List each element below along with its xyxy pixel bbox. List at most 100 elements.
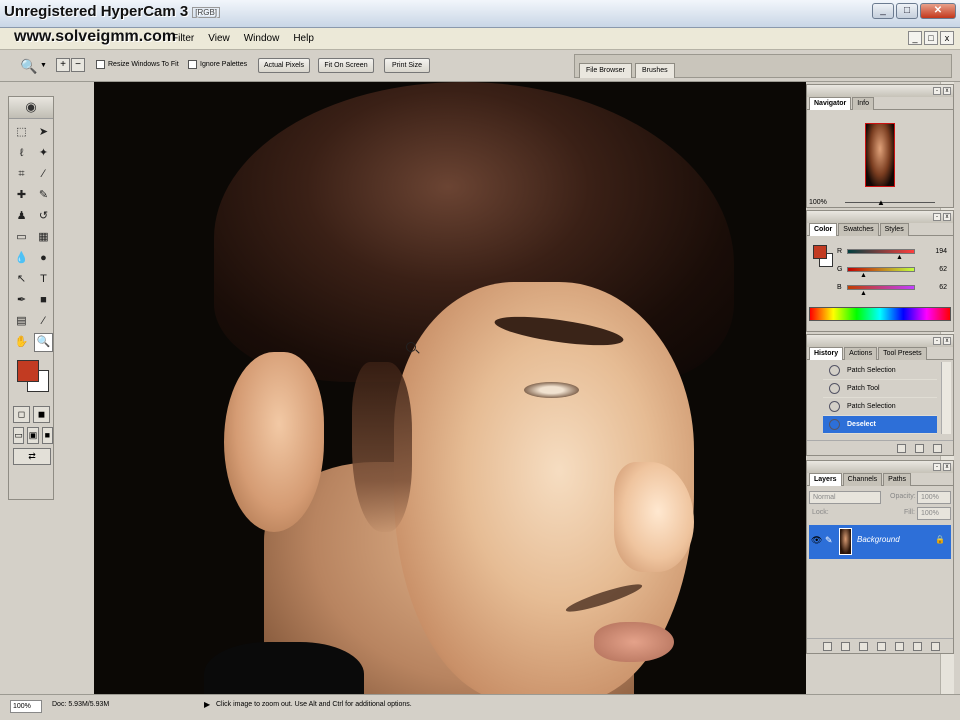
- history-state[interactable]: Deselect: [823, 416, 937, 434]
- channel-slider[interactable]: [847, 249, 915, 254]
- palette-close-icon[interactable]: x: [943, 213, 951, 221]
- tab-actions[interactable]: Actions: [844, 347, 878, 360]
- move-tool-icon[interactable]: ➤: [34, 123, 53, 142]
- history-state[interactable]: Patch Selection: [823, 398, 937, 416]
- close-button[interactable]: ✕: [920, 3, 956, 19]
- image-canvas[interactable]: [94, 82, 806, 694]
- chevron-down-icon[interactable]: ▼: [40, 62, 47, 69]
- lasso-tool-icon[interactable]: ℓ: [12, 144, 31, 163]
- slider-knob-icon[interactable]: ▲: [860, 272, 867, 279]
- link-layers-icon[interactable]: [823, 642, 832, 651]
- blend-mode-select[interactable]: Normal: [809, 491, 881, 504]
- blur-tool-icon[interactable]: 💧: [12, 249, 31, 268]
- full-screen-icon[interactable]: ■: [41, 427, 53, 444]
- tab-channels[interactable]: Channels: [842, 473, 883, 486]
- channel-slider[interactable]: [847, 285, 915, 290]
- layer-name[interactable]: Background: [857, 535, 900, 544]
- zoom-slider-knob-icon[interactable]: ▲: [877, 198, 885, 207]
- history-scrollbar[interactable]: [941, 362, 951, 434]
- jump-to-imageready-icon[interactable]: ⇄: [13, 448, 51, 465]
- standard-mode-icon[interactable]: ◻: [13, 406, 30, 423]
- eraser-tool-icon[interactable]: ▭: [12, 228, 31, 247]
- zoom-out-icon[interactable]: −: [71, 58, 85, 72]
- palette-close-icon[interactable]: x: [943, 463, 951, 471]
- navigator-zoom-slider[interactable]: [845, 202, 935, 203]
- path-selection-icon[interactable]: ↖: [12, 270, 31, 289]
- create-snapshot-icon[interactable]: [915, 444, 924, 453]
- zoom-tool-icon[interactable]: 🔍: [34, 333, 53, 352]
- zoom-icon[interactable]: 🔍: [20, 58, 37, 75]
- shape-tool-icon[interactable]: ■: [34, 291, 53, 310]
- menu-window[interactable]: Window: [244, 33, 280, 44]
- magic-wand-icon[interactable]: ✦: [34, 144, 53, 163]
- minimize-button[interactable]: _: [872, 3, 894, 19]
- tab-history[interactable]: History: [809, 347, 844, 360]
- palette-minimize-icon[interactable]: -: [933, 213, 941, 221]
- channel-value[interactable]: 62: [921, 264, 947, 276]
- crop-tool-icon[interactable]: ⌗: [12, 165, 31, 184]
- brush-tool-icon[interactable]: ✎: [34, 186, 53, 205]
- channel-slider[interactable]: [847, 267, 915, 272]
- color-ramp[interactable]: [809, 307, 951, 321]
- menu-view[interactable]: View: [208, 33, 230, 44]
- menu-filter[interactable]: Filter: [172, 33, 194, 44]
- status-zoom-field[interactable]: 100%: [10, 700, 42, 713]
- maximize-button[interactable]: □: [896, 3, 918, 19]
- history-state[interactable]: Patch Selection: [823, 362, 937, 380]
- print-size-button[interactable]: Print Size: [384, 58, 430, 73]
- layer-style-icon[interactable]: [841, 642, 850, 651]
- slice-tool-icon[interactable]: ∕: [34, 165, 53, 184]
- palette-minimize-icon[interactable]: -: [933, 463, 941, 471]
- trash-icon[interactable]: [931, 642, 940, 651]
- hand-tool-icon[interactable]: ✋: [12, 333, 31, 352]
- marquee-tool-icon[interactable]: ⬚: [12, 123, 31, 142]
- new-group-icon[interactable]: [877, 642, 886, 651]
- foreground-color-swatch[interactable]: [17, 360, 39, 382]
- toolbox-header-icon[interactable]: ◉: [9, 97, 53, 119]
- status-menu-arrow-icon[interactable]: ▶: [204, 700, 210, 709]
- doc-close-button[interactable]: x: [940, 31, 954, 45]
- pen-tool-icon[interactable]: ✒: [12, 291, 31, 310]
- trash-icon[interactable]: [933, 444, 942, 453]
- new-document-from-state-icon[interactable]: [897, 444, 906, 453]
- fill-field[interactable]: 100%: [917, 507, 951, 520]
- healing-brush-icon[interactable]: ✚: [12, 186, 31, 205]
- tab-info[interactable]: Info: [852, 97, 874, 110]
- slider-knob-icon[interactable]: ▲: [896, 254, 903, 261]
- adjustment-layer-icon[interactable]: [895, 642, 904, 651]
- layer-mask-icon[interactable]: [859, 642, 868, 651]
- palette-close-icon[interactable]: x: [943, 87, 951, 95]
- tab-paths[interactable]: Paths: [883, 473, 912, 486]
- gradient-tool-icon[interactable]: ▦: [34, 228, 53, 247]
- tab-swatches[interactable]: Swatches: [838, 223, 879, 236]
- type-tool-icon[interactable]: T: [34, 270, 53, 289]
- tab-tool-presets[interactable]: Tool Presets: [878, 347, 927, 360]
- layer-row[interactable]: 👁 ✎ Background 🔒: [809, 525, 951, 559]
- tab-navigator[interactable]: Navigator: [809, 97, 852, 110]
- doc-minimize-button[interactable]: _: [908, 31, 922, 45]
- tab-color[interactable]: Color: [809, 223, 838, 236]
- zoom-in-icon[interactable]: +: [56, 58, 70, 72]
- palette-minimize-icon[interactable]: -: [933, 87, 941, 95]
- new-layer-icon[interactable]: [913, 642, 922, 651]
- full-screen-menu-icon[interactable]: ▣: [27, 427, 39, 444]
- eye-icon[interactable]: 👁: [811, 535, 822, 546]
- clone-stamp-icon[interactable]: ♟: [12, 207, 31, 226]
- channel-value[interactable]: 194: [921, 246, 947, 258]
- slider-knob-icon[interactable]: ▲: [860, 290, 867, 297]
- palette-close-icon[interactable]: x: [943, 337, 951, 345]
- tab-file-browser[interactable]: File Browser: [579, 63, 632, 78]
- tab-layers[interactable]: Layers: [809, 473, 842, 486]
- dodge-tool-icon[interactable]: ●: [34, 249, 53, 268]
- palette-minimize-icon[interactable]: -: [933, 337, 941, 345]
- ignore-palettes-checkbox[interactable]: Ignore Palettes: [188, 60, 247, 69]
- history-brush-icon[interactable]: ↺: [34, 207, 53, 226]
- quick-mask-icon[interactable]: ◼: [33, 406, 50, 423]
- fit-on-screen-button[interactable]: Fit On Screen: [318, 58, 374, 73]
- navigator-thumbnail[interactable]: [865, 123, 895, 187]
- resize-windows-checkbox[interactable]: Resize Windows To Fit: [96, 60, 179, 69]
- actual-pixels-button[interactable]: Actual Pixels: [258, 58, 310, 73]
- eyedropper-icon[interactable]: ⁄: [34, 312, 53, 331]
- opacity-field[interactable]: 100%: [917, 491, 951, 504]
- color-foreground-swatch[interactable]: [813, 245, 827, 259]
